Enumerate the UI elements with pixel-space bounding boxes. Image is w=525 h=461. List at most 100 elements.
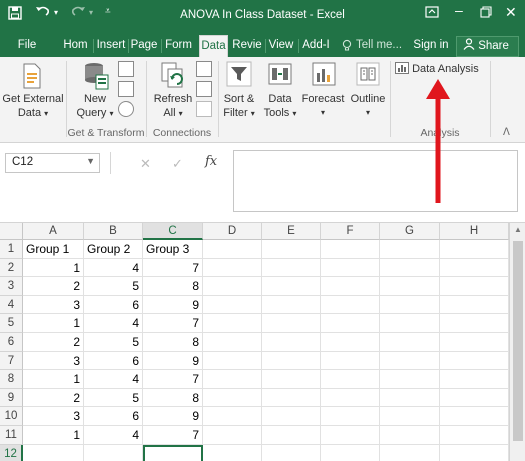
cell-f8[interactable] xyxy=(321,370,380,389)
cell-f3[interactable] xyxy=(321,277,380,296)
cell-e2[interactable] xyxy=(262,258,321,278)
cell-f4[interactable] xyxy=(321,295,380,315)
data-tools-button[interactable]: Data Tools ▾ xyxy=(260,92,300,121)
ribbon-display-icon[interactable] xyxy=(425,5,439,21)
cell-e3[interactable] xyxy=(262,277,321,296)
tab-add-ins[interactable]: Add-I xyxy=(299,36,333,57)
row-header-1[interactable]: 1 xyxy=(0,240,23,259)
cell-a11[interactable]: 1 xyxy=(23,426,84,445)
cell-b11[interactable]: 4 xyxy=(84,426,143,445)
collapse-ribbon-icon[interactable]: ᐱ xyxy=(503,127,510,138)
tab-view[interactable]: View xyxy=(266,36,296,57)
cell-d8[interactable] xyxy=(203,370,262,389)
vertical-scrollbar[interactable]: ▲ xyxy=(509,223,525,461)
cell-g11[interactable] xyxy=(380,426,440,445)
cell-e5[interactable] xyxy=(262,314,321,333)
cell-g8[interactable] xyxy=(380,370,440,389)
cell-c10[interactable]: 9 xyxy=(143,407,203,426)
worksheet-grid[interactable]: ▲ A B C D E F G H 1 Group 1 Group 2 Group 321473258… xyxy=(0,222,525,461)
cell-h1[interactable] xyxy=(440,240,509,259)
cell-d5[interactable] xyxy=(203,314,262,333)
cell-c7[interactable]: 9 xyxy=(143,351,203,371)
cell-c4[interactable]: 9 xyxy=(143,295,203,315)
row-header-2[interactable]: 2 xyxy=(0,258,23,278)
cell-b12[interactable] xyxy=(84,444,143,461)
cell-f6[interactable] xyxy=(321,333,380,352)
row-header-11[interactable]: 11 xyxy=(0,426,23,445)
edit-links-icon[interactable] xyxy=(196,101,212,117)
column-header-g[interactable]: G xyxy=(380,223,440,240)
formula-input[interactable] xyxy=(233,150,518,212)
column-header-e[interactable]: E xyxy=(262,223,321,240)
cell-f7[interactable] xyxy=(321,351,380,371)
cell-d11[interactable] xyxy=(203,426,262,445)
cell-b8[interactable]: 4 xyxy=(84,370,143,389)
cell-g2[interactable] xyxy=(380,258,440,278)
refresh-all-button[interactable]: Refresh All ▾ xyxy=(150,92,196,121)
cell-d2[interactable] xyxy=(203,258,262,278)
cell-e11[interactable] xyxy=(262,426,321,445)
show-queries-icon[interactable] xyxy=(118,61,134,77)
cell-g6[interactable] xyxy=(380,333,440,352)
cell-f1[interactable] xyxy=(321,240,380,259)
cell-g9[interactable] xyxy=(380,388,440,408)
cell-h2[interactable] xyxy=(440,258,509,278)
data-analysis-button[interactable]: Data Analysis xyxy=(395,62,485,76)
cell-d7[interactable] xyxy=(203,351,262,371)
sort-filter-button[interactable]: Sort & Filter ▾ xyxy=(218,92,260,121)
cell-e4[interactable] xyxy=(262,295,321,315)
cell-e10[interactable] xyxy=(262,407,321,426)
cell-h10[interactable] xyxy=(440,407,509,426)
cell-b3[interactable]: 5 xyxy=(84,277,143,296)
from-table-icon[interactable] xyxy=(118,81,134,97)
tab-review[interactable]: Revie xyxy=(231,36,263,57)
share-button[interactable]: Share xyxy=(456,36,519,57)
row-header-8[interactable]: 8 xyxy=(0,370,23,389)
column-header-c[interactable]: C xyxy=(143,223,203,240)
column-header-d[interactable]: D xyxy=(203,223,262,240)
cell-c1[interactable]: Group 3 xyxy=(143,240,203,259)
cell-a4[interactable]: 3 xyxy=(23,295,84,315)
scroll-up-icon[interactable]: ▲ xyxy=(510,225,525,234)
cell-b6[interactable]: 5 xyxy=(84,333,143,352)
cell-f11[interactable] xyxy=(321,426,380,445)
cell-b7[interactable]: 6 xyxy=(84,351,143,371)
cell-e1[interactable] xyxy=(262,240,321,259)
cell-b5[interactable]: 4 xyxy=(84,314,143,333)
cell-c5[interactable]: 7 xyxy=(143,314,203,333)
cell-g10[interactable] xyxy=(380,407,440,426)
new-query-button[interactable]: New Query ▾ xyxy=(72,92,118,121)
cell-e6[interactable] xyxy=(262,333,321,352)
cell-a2[interactable]: 1 xyxy=(23,258,84,278)
cell-a1[interactable]: Group 1 xyxy=(23,240,84,259)
cell-b1[interactable]: Group 2 xyxy=(84,240,143,259)
name-box[interactable]: C12 ▼ xyxy=(5,153,100,173)
properties-icon[interactable] xyxy=(196,81,212,97)
row-header-9[interactable]: 9 xyxy=(0,388,23,408)
cell-b2[interactable]: 4 xyxy=(84,258,143,278)
cell-e7[interactable] xyxy=(262,351,321,371)
column-header-f[interactable]: F xyxy=(321,223,380,240)
tab-file[interactable]: File xyxy=(10,36,44,57)
tab-data[interactable]: Data xyxy=(199,35,228,58)
row-header-7[interactable]: 7 xyxy=(0,351,23,371)
restore-icon[interactable] xyxy=(480,5,492,21)
column-header-h[interactable]: H xyxy=(440,223,509,240)
cell-b9[interactable]: 5 xyxy=(84,388,143,408)
cell-g3[interactable] xyxy=(380,277,440,296)
cell-f9[interactable] xyxy=(321,388,380,408)
cell-a8[interactable]: 1 xyxy=(23,370,84,389)
row-header-4[interactable]: 4 xyxy=(0,295,23,315)
tab-home[interactable]: Hom xyxy=(60,36,91,57)
row-header-5[interactable]: 5 xyxy=(0,314,23,333)
tab-page-layout[interactable]: Page xyxy=(129,36,159,57)
cell-h8[interactable] xyxy=(440,370,509,389)
cell-c3[interactable]: 8 xyxy=(143,277,203,296)
cell-a3[interactable]: 2 xyxy=(23,277,84,296)
cell-h9[interactable] xyxy=(440,388,509,408)
cell-c11[interactable]: 7 xyxy=(143,426,203,445)
cell-a7[interactable]: 3 xyxy=(23,351,84,371)
cell-a9[interactable]: 2 xyxy=(23,388,84,408)
cell-f12[interactable] xyxy=(321,444,380,461)
enter-icon[interactable]: ✓ xyxy=(172,156,183,172)
